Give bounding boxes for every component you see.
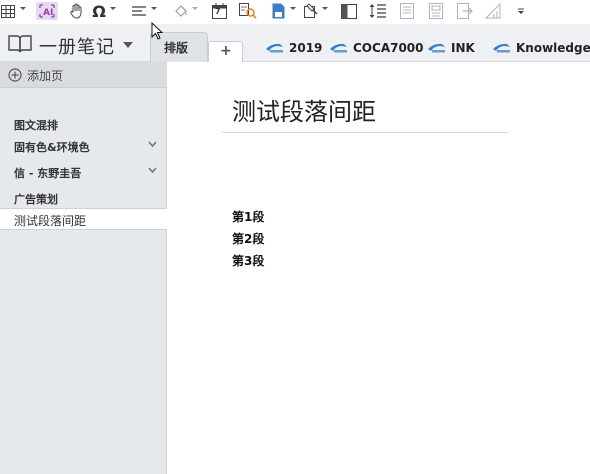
line-spacing-icon[interactable] xyxy=(368,2,388,20)
notebook-dropdown-icon[interactable] xyxy=(123,42,133,48)
linked-notebook-icon xyxy=(330,43,347,53)
page-list-item[interactable]: 图文混排 xyxy=(0,113,167,135)
page-item-label: 广告策划 xyxy=(14,193,58,206)
page-list-item[interactable]: 信 - 东野圭吾 xyxy=(0,161,167,183)
linked-notebook-label: INK xyxy=(451,41,475,55)
paragraph[interactable]: 第1段 xyxy=(232,208,264,225)
chevron-down-icon[interactable] xyxy=(148,167,157,174)
align-dropdown-caret-icon[interactable] xyxy=(151,7,157,10)
page-title[interactable]: 测试段落间距 xyxy=(232,92,376,127)
chevron-down-icon[interactable] xyxy=(148,141,157,148)
paragraph[interactable]: 第2段 xyxy=(232,230,264,247)
page-list-item[interactable]: 广告策划 xyxy=(0,187,167,209)
add-section-tab-button[interactable]: + xyxy=(208,41,243,62)
linked-notebook-tab[interactable]: Knowledge xyxy=(493,39,590,57)
linked-notebook-tab[interactable]: COCA7000 xyxy=(330,39,424,57)
add-tab-label: + xyxy=(220,43,232,59)
mouse-cursor-icon xyxy=(151,21,164,44)
page-list-item[interactable]: 固有色&环境色 xyxy=(0,135,167,157)
calendar-day-number: 7 xyxy=(215,7,221,16)
page-item-label: 测试段落间距 xyxy=(14,214,87,228)
toolbar: AI Ω 7 xyxy=(0,0,590,22)
page-settings-icon[interactable] xyxy=(427,2,445,20)
page-item-label: 信 - 东野圭吾 xyxy=(14,167,82,180)
linked-notebook-label: 2019 xyxy=(289,41,323,55)
table-dropdown-caret-icon[interactable] xyxy=(20,7,26,10)
page-list-sidebar: 添加页 图文混排 固有色&环境色 信 - 东野圭吾 广告策划 测试段落间距 xyxy=(0,62,167,474)
ruler-icon[interactable] xyxy=(484,2,502,20)
linked-notebook-label: COCA7000 xyxy=(353,41,424,55)
highlight-fill-icon[interactable] xyxy=(172,2,190,20)
save-document-icon[interactable] xyxy=(270,2,286,20)
add-circle-icon xyxy=(8,68,22,82)
linked-notebook-icon xyxy=(493,43,510,53)
tab-active-label: 排版 xyxy=(164,41,189,55)
page-item-label: 图文混排 xyxy=(14,119,58,132)
omega-dropdown-caret-icon[interactable] xyxy=(110,7,116,10)
ocr-text-icon[interactable]: AI xyxy=(36,2,58,20)
page-content-area[interactable]: 测试段落间距 第1段 第2段 第3段 xyxy=(168,62,590,474)
page-layout-icon[interactable] xyxy=(398,2,416,20)
find-replace-icon[interactable] xyxy=(238,2,258,20)
linked-notebook-icon xyxy=(428,43,445,53)
linked-notebook-tab[interactable]: 2019 xyxy=(266,39,322,57)
table-icon[interactable] xyxy=(0,2,16,20)
more-options-icon[interactable] xyxy=(514,2,528,20)
calendar-date-icon[interactable]: 7 xyxy=(210,2,228,20)
page-item-label: 固有色&环境色 xyxy=(14,141,90,154)
title-divider xyxy=(222,132,508,133)
linked-notebook-label: Knowledge xyxy=(516,41,590,55)
linked-notebook-icon xyxy=(266,43,283,53)
page-list-item-selected[interactable]: 测试段落间距 xyxy=(0,208,167,230)
export-page-icon[interactable] xyxy=(456,2,474,20)
linked-notebook-tab[interactable]: INK xyxy=(428,39,475,57)
notebook-title[interactable]: 一册笔记 xyxy=(39,33,115,59)
svg-text:AI: AI xyxy=(43,8,53,18)
save-dropdown-caret-icon[interactable] xyxy=(290,7,296,10)
align-paragraph-icon[interactable] xyxy=(130,2,148,20)
painter-dropdown-caret-icon[interactable] xyxy=(322,7,328,10)
paragraph[interactable]: 第3段 xyxy=(232,252,264,269)
hand-pan-icon[interactable] xyxy=(68,2,86,20)
omega-symbol-icon[interactable]: Ω xyxy=(90,2,108,21)
notebook-book-icon[interactable] xyxy=(8,35,32,57)
fill-dropdown-caret-icon[interactable] xyxy=(192,7,198,10)
add-page-label: 添加页 xyxy=(27,69,64,83)
sidebar-panel-icon[interactable] xyxy=(340,2,358,20)
add-page-button[interactable]: 添加页 xyxy=(0,62,167,88)
notebook-header: 一册笔记 排版 + 2019 COCA7000 INK Knowledge xyxy=(0,24,590,62)
format-painter-icon[interactable] xyxy=(300,2,320,20)
